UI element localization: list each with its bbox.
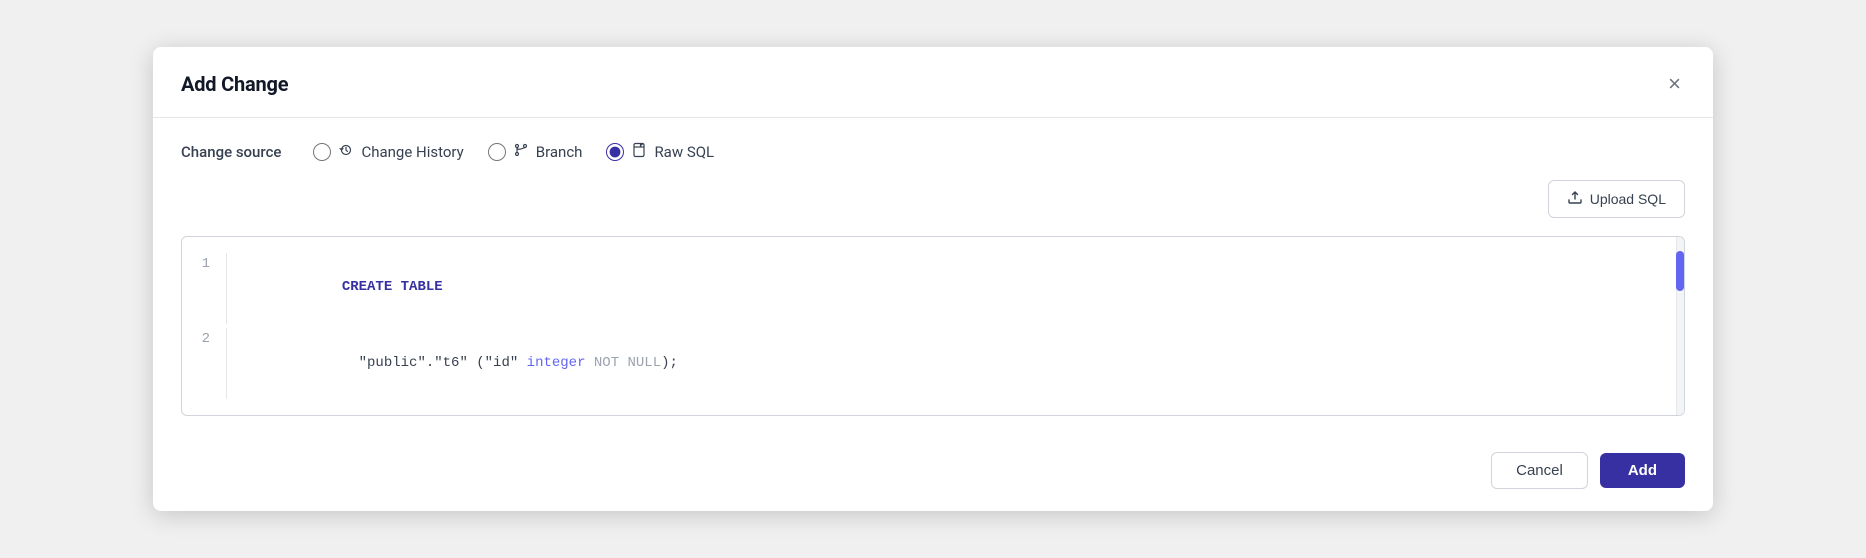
radio-branch-input[interactable] <box>488 143 506 161</box>
raw-sql-icon <box>631 142 647 162</box>
line-separator-1 <box>226 253 227 324</box>
dialog-title: Add Change <box>181 72 288 96</box>
upload-sql-label: Upload SQL <box>1590 191 1666 207</box>
close-button[interactable]: × <box>1664 69 1685 99</box>
code-lines: 1 CREATE TABLE 2 "public"."t6" ("id" int… <box>182 237 1684 416</box>
radio-raw-sql[interactable]: Raw SQL <box>606 142 714 162</box>
branch-icon <box>513 142 529 162</box>
code-text-public: "public"."t6" ("id" <box>342 355 527 371</box>
code-line-2: 2 "public"."t6" ("id" integer NOT NULL); <box>182 326 1684 401</box>
upload-row: Upload SQL <box>181 180 1685 218</box>
upload-icon <box>1567 189 1583 209</box>
dialog-header: Add Change × <box>153 47 1713 118</box>
line-number-2: 2 <box>182 328 226 352</box>
scrollbar[interactable] <box>1676 237 1684 416</box>
branch-label: Branch <box>536 143 583 161</box>
kw-integer: integer <box>527 355 586 371</box>
line-content-1: CREATE TABLE <box>241 253 443 324</box>
kw-create: CREATE TABLE <box>342 279 443 295</box>
dialog-footer: Cancel Add <box>153 436 1713 511</box>
add-button[interactable]: Add <box>1600 453 1685 488</box>
raw-sql-label: Raw SQL <box>654 143 714 161</box>
change-history-icon <box>338 142 354 162</box>
code-line-1: 1 CREATE TABLE <box>182 251 1684 326</box>
line-content-2: "public"."t6" ("id" integer NOT NULL); <box>241 328 678 399</box>
line-number-1: 1 <box>182 253 226 277</box>
line-separator-2 <box>226 328 227 399</box>
radio-change-history[interactable]: Change History <box>313 142 463 162</box>
cancel-button[interactable]: Cancel <box>1491 452 1588 489</box>
change-source-label: Change source <box>181 143 281 161</box>
code-text-end: ); <box>661 355 678 371</box>
add-change-dialog: Add Change × Change source Change <box>153 47 1713 512</box>
upload-sql-button[interactable]: Upload SQL <box>1548 180 1685 218</box>
scrollbar-thumb <box>1676 251 1684 291</box>
kw-not-null: NOT NULL <box>585 355 661 371</box>
radio-branch[interactable]: Branch <box>488 142 583 162</box>
change-history-label: Change History <box>361 143 463 161</box>
radio-raw-sql-input[interactable] <box>606 143 624 161</box>
dialog-body: Change source Change History <box>153 118 1713 437</box>
code-editor[interactable]: 1 CREATE TABLE 2 "public"."t6" ("id" int… <box>181 236 1685 417</box>
change-source-row: Change source Change History <box>181 142 1685 162</box>
radio-change-history-input[interactable] <box>313 143 331 161</box>
